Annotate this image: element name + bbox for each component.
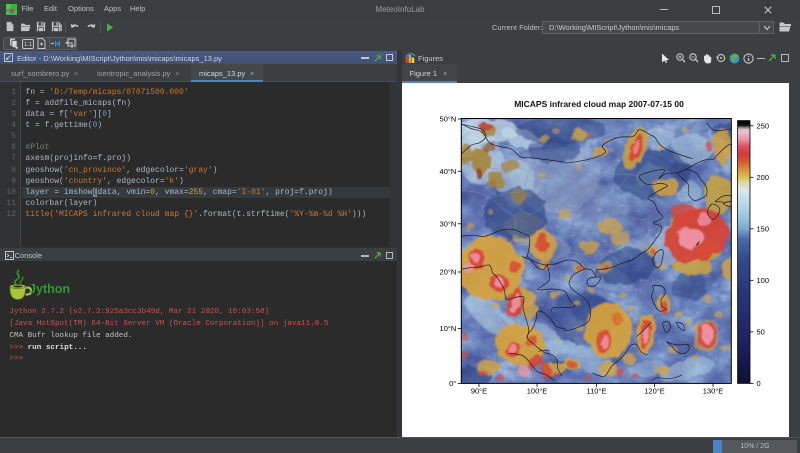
svg-text:10°N: 10°N [440,324,457,333]
svg-text:30°N: 30°N [440,219,457,228]
svg-text:100: 100 [757,276,770,285]
svg-text:50°N: 50°N [440,115,457,124]
svg-text:250: 250 [757,121,770,130]
svg-text:1:1: 1:1 [24,42,33,48]
svg-text:100°E: 100°E [527,386,548,395]
svg-text:50: 50 [757,328,765,337]
svg-text:0°: 0° [449,379,456,388]
svg-text:0: 0 [757,379,761,388]
svg-text:200: 200 [757,173,770,182]
svg-text:120°E: 120°E [644,386,665,395]
svg-text:40°N: 40°N [440,167,457,176]
svg-text:110°E: 110°E [587,386,607,395]
svg-text:150: 150 [757,224,770,233]
svg-text:20°N: 20°N [440,268,457,277]
svg-text:130°E: 130°E [703,386,724,395]
svg-text:MICAPS infrared cloud map 2007: MICAPS infrared cloud map 2007-07-15 00 [514,99,684,109]
svg-text:90°E: 90°E [471,386,487,395]
